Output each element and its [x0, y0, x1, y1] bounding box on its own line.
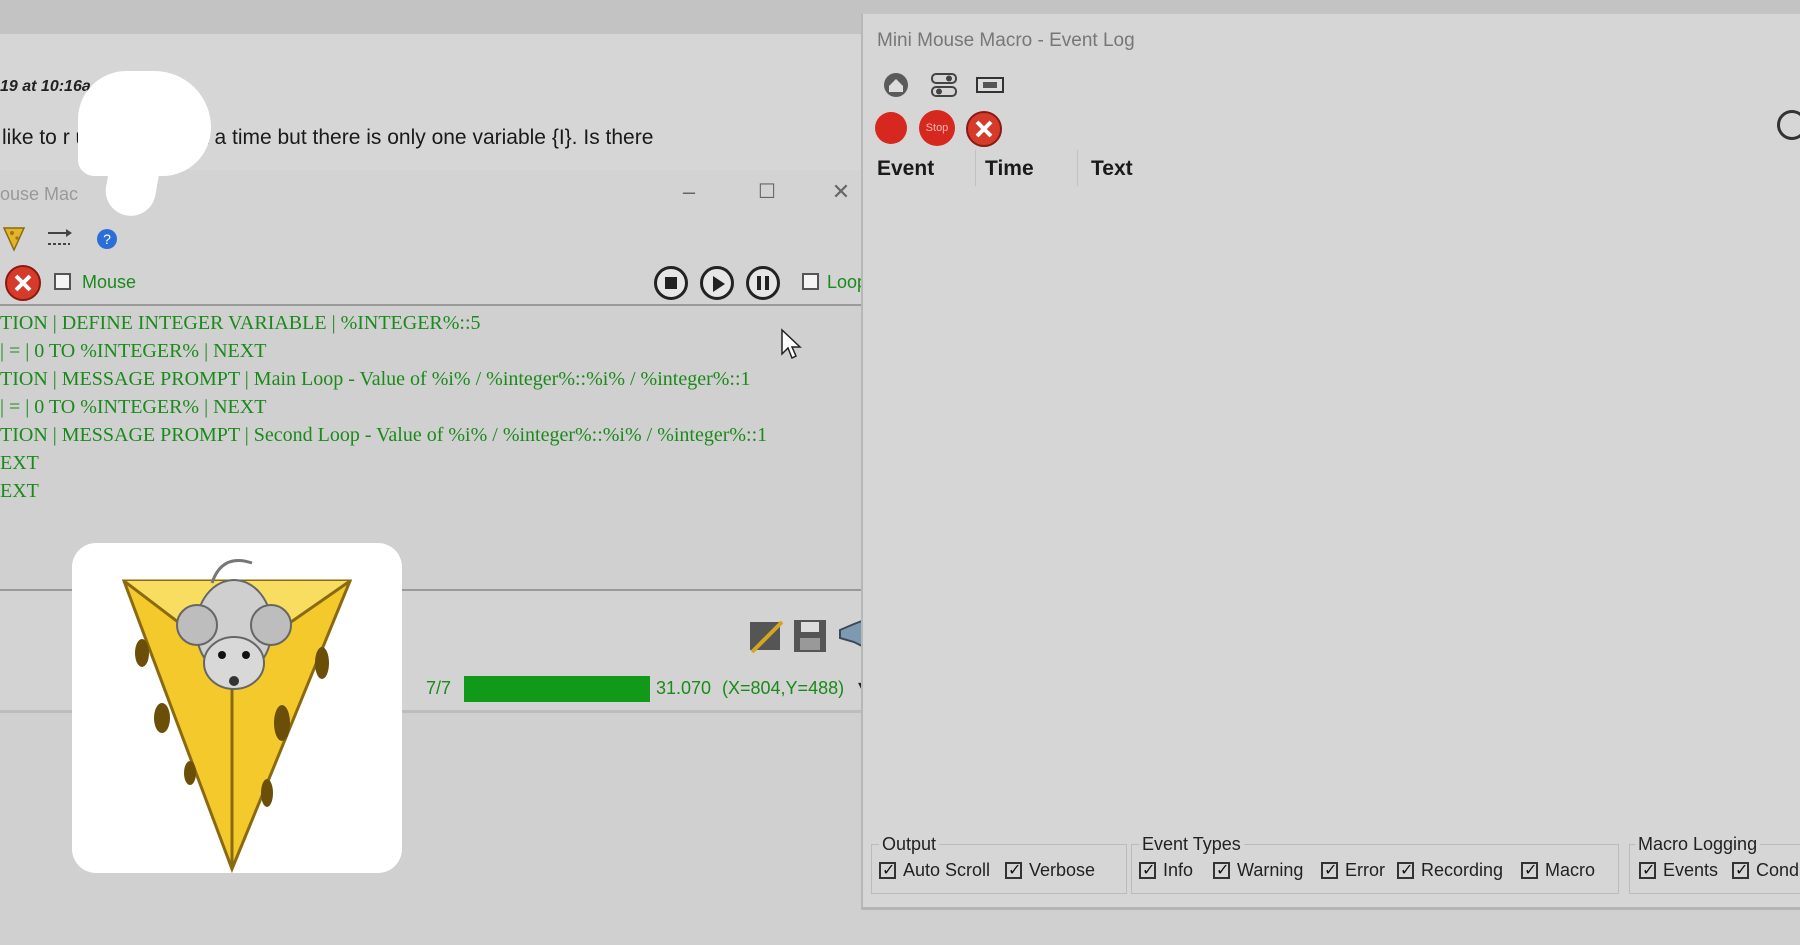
elapsed-time: 31.070: [656, 678, 712, 698]
script-line[interactable]: TION | MESSAGE PROMPT | Second Loop - Va…: [0, 424, 767, 447]
verbose-checkbox[interactable]: Verbose: [1005, 860, 1095, 881]
checkbox-checked-icon: [1005, 860, 1022, 880]
minimize-button[interactable]: –: [672, 178, 706, 206]
pause-button[interactable]: [746, 266, 780, 300]
play-icon: [713, 276, 725, 292]
event-log-title: Mini Mouse Macro - Event Log: [877, 30, 1135, 51]
progress-fill: [464, 676, 650, 702]
toggle-icon[interactable]: [929, 70, 959, 100]
macro-logging-group-label: Macro Logging: [1635, 834, 1761, 855]
info-checkbox[interactable]: Info: [1139, 860, 1193, 881]
close-button[interactable]: ✕: [824, 178, 858, 206]
mouse-checkbox-label: Mouse: [82, 272, 137, 292]
event-types-group-label: Event Types: [1139, 834, 1244, 855]
macro-count: 7/7: [426, 678, 452, 698]
delete-icon[interactable]: [4, 264, 42, 302]
checkbox-checked-icon: [879, 860, 896, 880]
recording-checkbox[interactable]: Recording: [1397, 860, 1503, 881]
script-line[interactable]: | = | 0 TO %INTEGER% | NEXT: [0, 340, 266, 363]
checkbox-checked-icon: [1521, 860, 1538, 880]
maximize-button[interactable]: ☐: [750, 178, 784, 206]
macro-progress-bar: [464, 676, 650, 702]
auto-scroll-checkbox[interactable]: Auto Scroll: [879, 860, 990, 881]
circle-button[interactable]: [1777, 110, 1800, 140]
play-button[interactable]: [700, 266, 734, 300]
checkbox-checked-icon: [1732, 860, 1749, 880]
event-log-window: Mini Mouse Macro - Event Log Stop Event …: [861, 14, 1800, 910]
column-event[interactable]: Event: [877, 157, 934, 181]
cursor-coords: (X=804,Y=488): [722, 678, 845, 698]
column-text[interactable]: Text: [1091, 157, 1133, 181]
home-icon[interactable]: [881, 70, 911, 100]
save-icon[interactable]: [792, 618, 828, 654]
column-time[interactable]: Time: [985, 157, 1034, 181]
post-timestamp: 19 at 10:16a: [0, 78, 91, 95]
output-group-label: Output: [879, 834, 940, 855]
cheese-mouse-logo: [121, 559, 353, 874]
stop-button[interactable]: [654, 266, 688, 300]
cheese-icon[interactable]: [2, 224, 26, 252]
stop-recording-icon[interactable]: Stop: [919, 110, 955, 146]
checkbox-checked-icon: [1321, 860, 1338, 880]
window-title: ouse Mac: [0, 184, 79, 204]
close-log-icon[interactable]: [965, 110, 1003, 148]
script-line[interactable]: TION | DEFINE INTEGER VARIABLE | %INTEGE…: [0, 312, 481, 335]
event-list[interactable]: [863, 190, 1800, 830]
column-divider: [1077, 150, 1078, 186]
cond-checkbox[interactable]: Cond: [1732, 860, 1799, 881]
app-logo-card: [72, 543, 402, 874]
loop-checkbox[interactable]: [802, 273, 819, 290]
script-line[interactable]: EXT: [0, 452, 39, 475]
script-line[interactable]: TION | MESSAGE PROMPT | Main Loop - Valu…: [0, 368, 751, 391]
clear-log-icon[interactable]: [975, 74, 1005, 96]
record-icon[interactable]: [873, 110, 909, 146]
checkbox-checked-icon: [1139, 860, 1156, 880]
speech-bubble: [78, 71, 211, 176]
pause-icon: [757, 276, 761, 290]
events-checkbox[interactable]: Events: [1639, 860, 1718, 881]
script-line[interactable]: EXT: [0, 480, 39, 503]
swap-arrows-icon[interactable]: [46, 226, 74, 250]
error-checkbox[interactable]: Error: [1321, 860, 1385, 881]
script-line[interactable]: | = | 0 TO %INTEGER% | NEXT: [0, 396, 266, 419]
macro-checkbox[interactable]: Macro: [1521, 860, 1595, 881]
checkbox-checked-icon: [1213, 860, 1230, 880]
help-icon[interactable]: ?: [96, 228, 118, 250]
svg-text:?: ?: [103, 231, 111, 247]
edit-script-icon[interactable]: [748, 618, 786, 654]
checkbox-checked-icon: [1639, 860, 1656, 880]
checkbox-checked-icon: [1397, 860, 1414, 880]
column-divider: [975, 150, 976, 186]
stop-icon: [665, 277, 677, 289]
mouse-checkbox[interactable]: [54, 273, 71, 290]
warning-checkbox[interactable]: Warning: [1213, 860, 1303, 881]
mouse-cursor-icon: [781, 328, 802, 360]
